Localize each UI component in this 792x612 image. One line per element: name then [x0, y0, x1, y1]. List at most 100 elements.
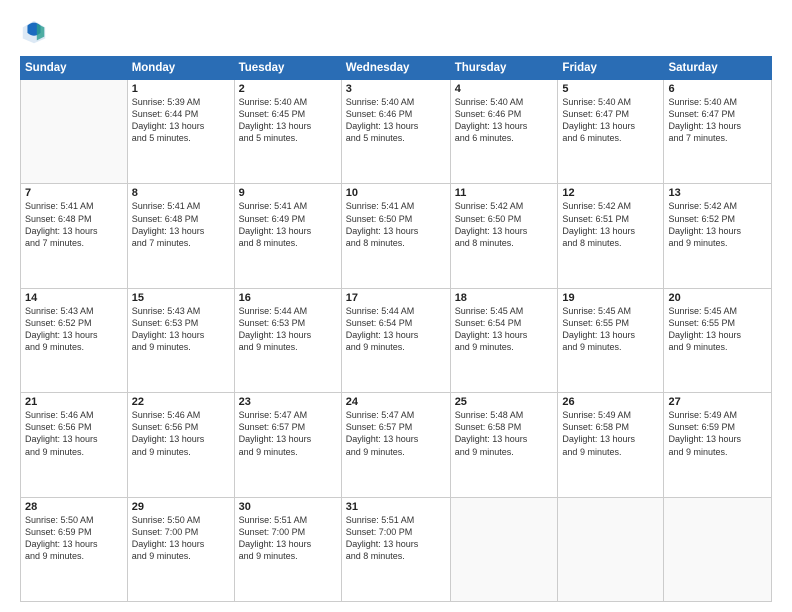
calendar-table: SundayMondayTuesdayWednesdayThursdayFrid… — [20, 56, 772, 602]
logo — [20, 18, 52, 46]
cell-line: Sunset: 6:46 PM — [455, 108, 554, 120]
cell-line: Sunrise: 5:40 AM — [239, 96, 337, 108]
cell-line: Sunset: 6:53 PM — [132, 317, 230, 329]
day-number: 30 — [239, 501, 337, 513]
page: SundayMondayTuesdayWednesdayThursdayFrid… — [0, 0, 792, 612]
cell-line: and 9 minutes. — [25, 446, 123, 458]
cell-line: Sunrise: 5:42 AM — [455, 200, 554, 212]
cell-line: Daylight: 13 hours — [346, 329, 446, 341]
calendar-cell: 7Sunrise: 5:41 AMSunset: 6:48 PMDaylight… — [21, 184, 128, 288]
cell-line: and 8 minutes. — [346, 237, 446, 249]
cell-line: Sunrise: 5:49 AM — [668, 409, 767, 421]
cell-line: Sunset: 6:48 PM — [132, 213, 230, 225]
cell-line: Sunrise: 5:41 AM — [346, 200, 446, 212]
calendar-cell: 14Sunrise: 5:43 AMSunset: 6:52 PMDayligh… — [21, 288, 128, 392]
day-number: 9 — [239, 187, 337, 199]
calendar-cell: 24Sunrise: 5:47 AMSunset: 6:57 PMDayligh… — [341, 393, 450, 497]
calendar-cell: 1Sunrise: 5:39 AMSunset: 6:44 PMDaylight… — [127, 80, 234, 184]
cell-line: Sunset: 6:59 PM — [25, 526, 123, 538]
cell-line: Sunset: 6:44 PM — [132, 108, 230, 120]
cell-line: Sunset: 6:53 PM — [239, 317, 337, 329]
day-number: 8 — [132, 187, 230, 199]
cell-line: Daylight: 13 hours — [668, 225, 767, 237]
cell-line: and 9 minutes. — [132, 341, 230, 353]
cell-line: and 9 minutes. — [668, 446, 767, 458]
cell-line: Sunset: 6:57 PM — [346, 421, 446, 433]
cell-line: Sunset: 6:56 PM — [25, 421, 123, 433]
cell-line: and 9 minutes. — [25, 550, 123, 562]
cell-line: Daylight: 13 hours — [562, 433, 659, 445]
cell-line: Sunrise: 5:41 AM — [25, 200, 123, 212]
cell-line: Daylight: 13 hours — [239, 538, 337, 550]
cell-line: and 9 minutes. — [346, 446, 446, 458]
cell-line: Daylight: 13 hours — [346, 433, 446, 445]
cell-line: Daylight: 13 hours — [239, 329, 337, 341]
cell-line: and 8 minutes. — [562, 237, 659, 249]
cell-line: and 9 minutes. — [239, 446, 337, 458]
cell-line: Sunrise: 5:51 AM — [346, 514, 446, 526]
cell-line: Sunset: 6:50 PM — [346, 213, 446, 225]
calendar-cell: 26Sunrise: 5:49 AMSunset: 6:58 PMDayligh… — [558, 393, 664, 497]
day-number: 3 — [346, 83, 446, 95]
day-number: 4 — [455, 83, 554, 95]
cell-line: Sunrise: 5:46 AM — [25, 409, 123, 421]
cell-line: Sunrise: 5:41 AM — [239, 200, 337, 212]
day-number: 25 — [455, 396, 554, 408]
cell-line: Sunset: 6:55 PM — [668, 317, 767, 329]
cell-line: Sunrise: 5:45 AM — [668, 305, 767, 317]
cell-line: Daylight: 13 hours — [132, 538, 230, 550]
logo-icon — [20, 18, 48, 46]
cell-line: Sunset: 6:52 PM — [25, 317, 123, 329]
cell-line: Daylight: 13 hours — [455, 329, 554, 341]
cell-line: Sunset: 6:50 PM — [455, 213, 554, 225]
cell-line: Sunset: 6:47 PM — [562, 108, 659, 120]
cell-line: and 7 minutes. — [25, 237, 123, 249]
day-number: 14 — [25, 292, 123, 304]
cell-line: Sunset: 6:57 PM — [239, 421, 337, 433]
calendar-cell: 9Sunrise: 5:41 AMSunset: 6:49 PMDaylight… — [234, 184, 341, 288]
calendar-cell: 17Sunrise: 5:44 AMSunset: 6:54 PMDayligh… — [341, 288, 450, 392]
calendar-cell: 31Sunrise: 5:51 AMSunset: 7:00 PMDayligh… — [341, 497, 450, 601]
cell-line: Sunrise: 5:44 AM — [239, 305, 337, 317]
cell-line: Sunrise: 5:47 AM — [239, 409, 337, 421]
day-number: 24 — [346, 396, 446, 408]
day-number: 10 — [346, 187, 446, 199]
cell-line: and 9 minutes. — [668, 237, 767, 249]
cell-line: Daylight: 13 hours — [562, 120, 659, 132]
calendar-cell: 29Sunrise: 5:50 AMSunset: 7:00 PMDayligh… — [127, 497, 234, 601]
cell-line: Daylight: 13 hours — [668, 120, 767, 132]
cell-line: Sunrise: 5:40 AM — [346, 96, 446, 108]
calendar-cell: 25Sunrise: 5:48 AMSunset: 6:58 PMDayligh… — [450, 393, 558, 497]
cell-line: Sunrise: 5:50 AM — [132, 514, 230, 526]
calendar-cell: 23Sunrise: 5:47 AMSunset: 6:57 PMDayligh… — [234, 393, 341, 497]
cell-line: Daylight: 13 hours — [239, 225, 337, 237]
cell-line: Sunset: 6:51 PM — [562, 213, 659, 225]
cell-line: Daylight: 13 hours — [25, 329, 123, 341]
cell-line: Daylight: 13 hours — [346, 538, 446, 550]
day-number: 13 — [668, 187, 767, 199]
cell-line: Daylight: 13 hours — [668, 329, 767, 341]
cell-line: and 5 minutes. — [132, 132, 230, 144]
cell-line: and 9 minutes. — [562, 341, 659, 353]
calendar-cell: 30Sunrise: 5:51 AMSunset: 7:00 PMDayligh… — [234, 497, 341, 601]
cell-line: Sunrise: 5:45 AM — [562, 305, 659, 317]
day-number: 19 — [562, 292, 659, 304]
weekday-saturday: Saturday — [664, 57, 772, 80]
cell-line: Daylight: 13 hours — [346, 120, 446, 132]
day-number: 15 — [132, 292, 230, 304]
cell-line: Daylight: 13 hours — [455, 120, 554, 132]
cell-line: Sunrise: 5:42 AM — [562, 200, 659, 212]
cell-line: Sunrise: 5:44 AM — [346, 305, 446, 317]
cell-line: Sunrise: 5:43 AM — [25, 305, 123, 317]
cell-line: and 9 minutes. — [346, 341, 446, 353]
calendar-cell — [558, 497, 664, 601]
cell-line: Sunrise: 5:50 AM — [25, 514, 123, 526]
cell-line: Sunrise: 5:45 AM — [455, 305, 554, 317]
day-number: 12 — [562, 187, 659, 199]
cell-line: Sunrise: 5:41 AM — [132, 200, 230, 212]
cell-line: and 9 minutes. — [239, 550, 337, 562]
calendar-cell: 21Sunrise: 5:46 AMSunset: 6:56 PMDayligh… — [21, 393, 128, 497]
cell-line: Daylight: 13 hours — [668, 433, 767, 445]
cell-line: and 8 minutes. — [346, 550, 446, 562]
cell-line: and 9 minutes. — [562, 446, 659, 458]
